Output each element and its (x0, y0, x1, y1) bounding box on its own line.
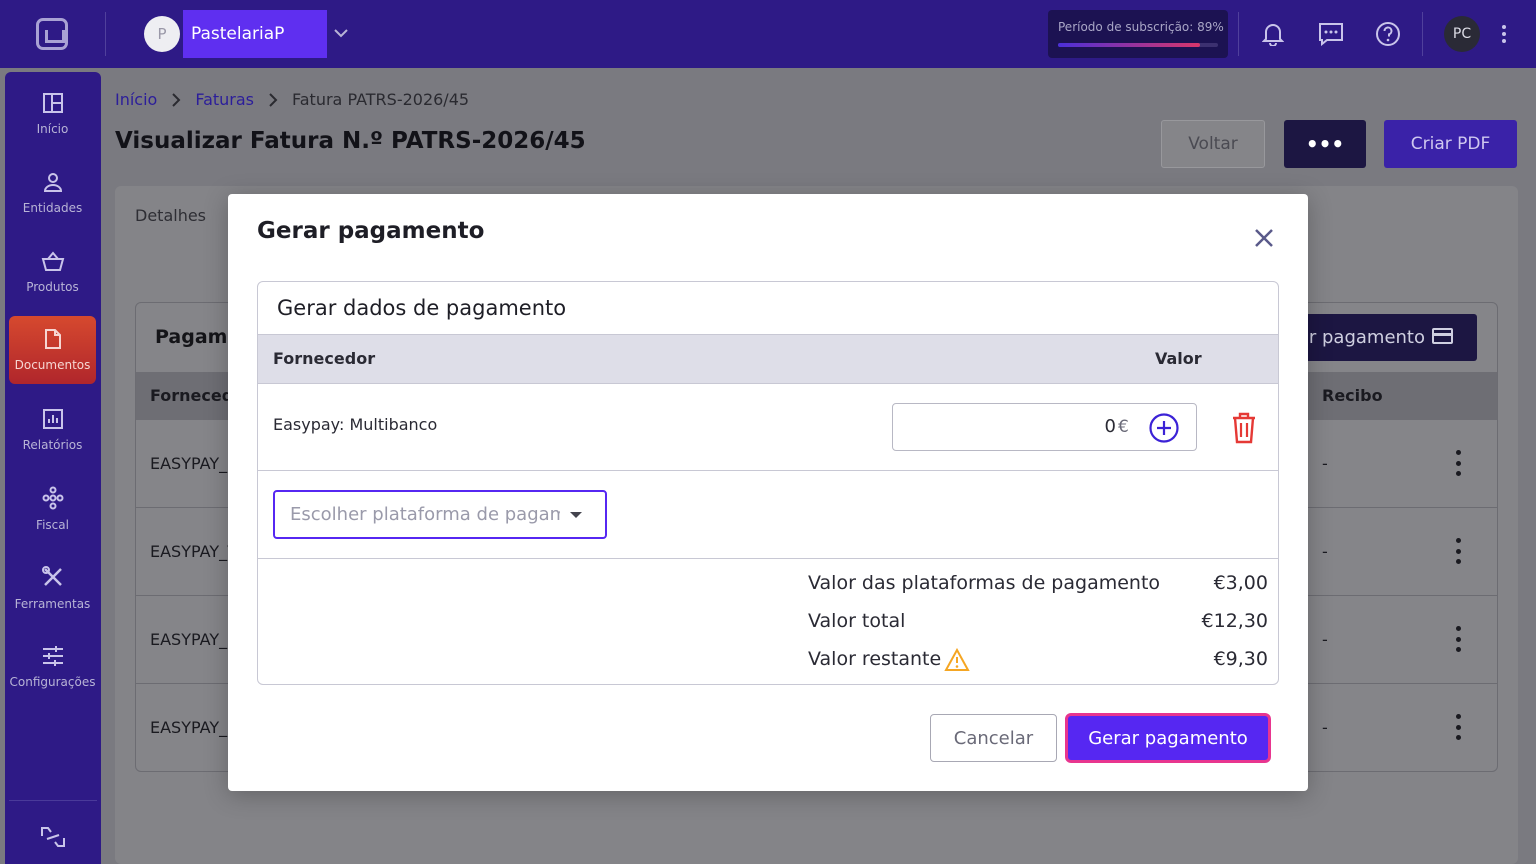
close-icon[interactable] (1250, 224, 1278, 252)
generate-payment-submit-button[interactable]: Gerar pagamento (1065, 713, 1271, 763)
more-vertical-icon[interactable] (1448, 450, 1468, 476)
chat-icon[interactable] (1315, 18, 1347, 50)
page-title: Visualizar Fatura N.º PATRS-2026/45 (115, 128, 586, 154)
sidebar-item-label: Início (36, 122, 69, 136)
total-value-label: Valor total (808, 610, 906, 632)
sidebar-item-fiscal[interactable]: Fiscal (9, 475, 96, 543)
app-logo-icon[interactable] (36, 18, 68, 50)
top-bar: P PastelariaP Período de subscrição: 89%… (0, 0, 1536, 68)
dashboard-icon (42, 93, 63, 113)
payment-row: Easypay: Multibanco 0 € (258, 384, 1278, 471)
plus-circle-icon[interactable] (1148, 412, 1180, 444)
subscription-progress[interactable]: Período de subscrição: 89% (1048, 10, 1228, 58)
sidebar-item-label: Entidades (22, 201, 83, 215)
user-icon (43, 173, 62, 192)
chart-icon (42, 409, 63, 429)
hierarchy-icon (42, 486, 63, 510)
select-placeholder: Escolher plataforma de pagamento (290, 504, 560, 525)
sidebar-item-relatorios[interactable]: Relatórios (9, 396, 96, 464)
generate-payment-modal: Gerar pagamento Gerar dados de pagamento… (228, 194, 1308, 791)
sidebar-item-label: Produtos (26, 280, 79, 294)
platforms-value-label: Valor das plataformas de pagamento (808, 572, 1161, 594)
platform-select-row: Escolher plataforma de pagamento (258, 471, 1278, 559)
credit-card-icon (1432, 328, 1453, 344)
cell-provider: EASYPAY_V (150, 542, 239, 561)
sidebar-item-inicio[interactable]: Início (9, 80, 96, 148)
divider (1238, 12, 1239, 56)
section-title: Gerar dados de pagamento (277, 296, 567, 320)
cell-receipt: - (1322, 542, 1328, 561)
more-vertical-icon[interactable] (1448, 626, 1468, 652)
sidebar-item-label: Documentos (14, 358, 91, 372)
subscription-bar-fill (1058, 43, 1201, 47)
divider (1422, 12, 1423, 56)
more-vertical-icon[interactable] (1448, 714, 1468, 740)
company-selector[interactable]: PastelariaP (183, 10, 327, 58)
cancel-button[interactable]: Cancelar (930, 714, 1057, 762)
tab-details[interactable]: Detalhes (135, 206, 206, 225)
sidebar-item-entidades[interactable]: Entidades (9, 159, 96, 227)
remaining-value-label: Valor restante (808, 648, 942, 670)
sidebar-item-configuracoes[interactable]: Configurações (9, 633, 96, 701)
amount-value: 0 (1104, 416, 1116, 437)
column-header-value: Valor (1155, 349, 1202, 368)
sidebar-divider (9, 800, 97, 801)
breadcrumb-home[interactable]: Início (115, 90, 157, 109)
remaining-value: €9,30 (1213, 648, 1268, 670)
breadcrumb: Início Faturas Fatura PATRS-2026/45 (115, 90, 469, 109)
sliders-icon (42, 646, 63, 666)
more-vertical-icon[interactable] (1448, 538, 1468, 564)
caret-down-icon (570, 512, 582, 518)
divider (105, 12, 106, 56)
cell-provider: EASYPAY_I (150, 454, 232, 473)
help-icon[interactable] (1372, 18, 1404, 50)
more-vertical-icon[interactable] (1490, 18, 1518, 50)
sidebar-item-label: Ferramentas (14, 597, 91, 611)
sidebar-item-label: Relatórios (22, 438, 83, 452)
payment-data-section: Gerar dados de pagamento Fornecedor Valo… (257, 281, 1279, 685)
provider-name: Easypay: Multibanco (273, 415, 438, 434)
chevron-right-icon (269, 92, 278, 107)
subscription-bar (1058, 43, 1218, 47)
sidebar: Início Entidades Produtos Documentos Rel… (5, 72, 101, 864)
basket-icon (41, 251, 64, 271)
trash-icon[interactable] (1228, 411, 1260, 445)
tools-icon (41, 566, 62, 586)
create-pdf-button[interactable]: Criar PDF (1384, 120, 1517, 168)
column-header-receipt: Recibo (1322, 386, 1383, 405)
currency-symbol: € (1118, 417, 1129, 437)
cell-provider: EASYPAY_I (150, 630, 232, 649)
sidebar-item-label: Fiscal (36, 518, 69, 532)
chevron-down-icon[interactable] (330, 22, 352, 44)
sidebar-item-ferramentas[interactable]: Ferramentas (9, 554, 96, 622)
modal-title: Gerar pagamento (257, 218, 485, 244)
cell-receipt: - (1322, 630, 1328, 649)
warning-icon (944, 648, 970, 671)
swap-icon[interactable] (39, 824, 67, 854)
bell-icon[interactable] (1257, 18, 1289, 50)
back-button[interactable]: Voltar (1161, 120, 1265, 168)
chevron-right-icon (172, 92, 181, 107)
subscription-label: Período de subscrição: 89% (1058, 20, 1224, 34)
sidebar-item-label: Configurações (9, 675, 96, 689)
user-avatar[interactable]: PC (1444, 16, 1480, 52)
platform-select[interactable]: Escolher plataforma de pagamento (273, 490, 607, 539)
payment-table-header: Fornecedor Valor (258, 334, 1278, 384)
document-icon (44, 329, 61, 349)
column-header-provider: Fornecedor (273, 349, 376, 368)
breadcrumb-invoices[interactable]: Faturas (195, 90, 254, 109)
amount-input[interactable]: 0 € (892, 403, 1197, 451)
cell-provider: EASYPAY_I (150, 718, 232, 737)
sidebar-item-produtos[interactable]: Produtos (9, 238, 96, 306)
breadcrumb-current: Fatura PATRS-2026/45 (292, 90, 470, 109)
sidebar-item-documentos[interactable]: Documentos (9, 316, 96, 384)
company-avatar[interactable]: P (144, 16, 180, 52)
total-value: €12,30 (1201, 610, 1268, 632)
cell-receipt: - (1322, 454, 1328, 473)
cell-receipt: - (1322, 718, 1328, 737)
platforms-value: €3,00 (1213, 572, 1268, 594)
more-actions-button[interactable]: ••• (1284, 120, 1366, 168)
